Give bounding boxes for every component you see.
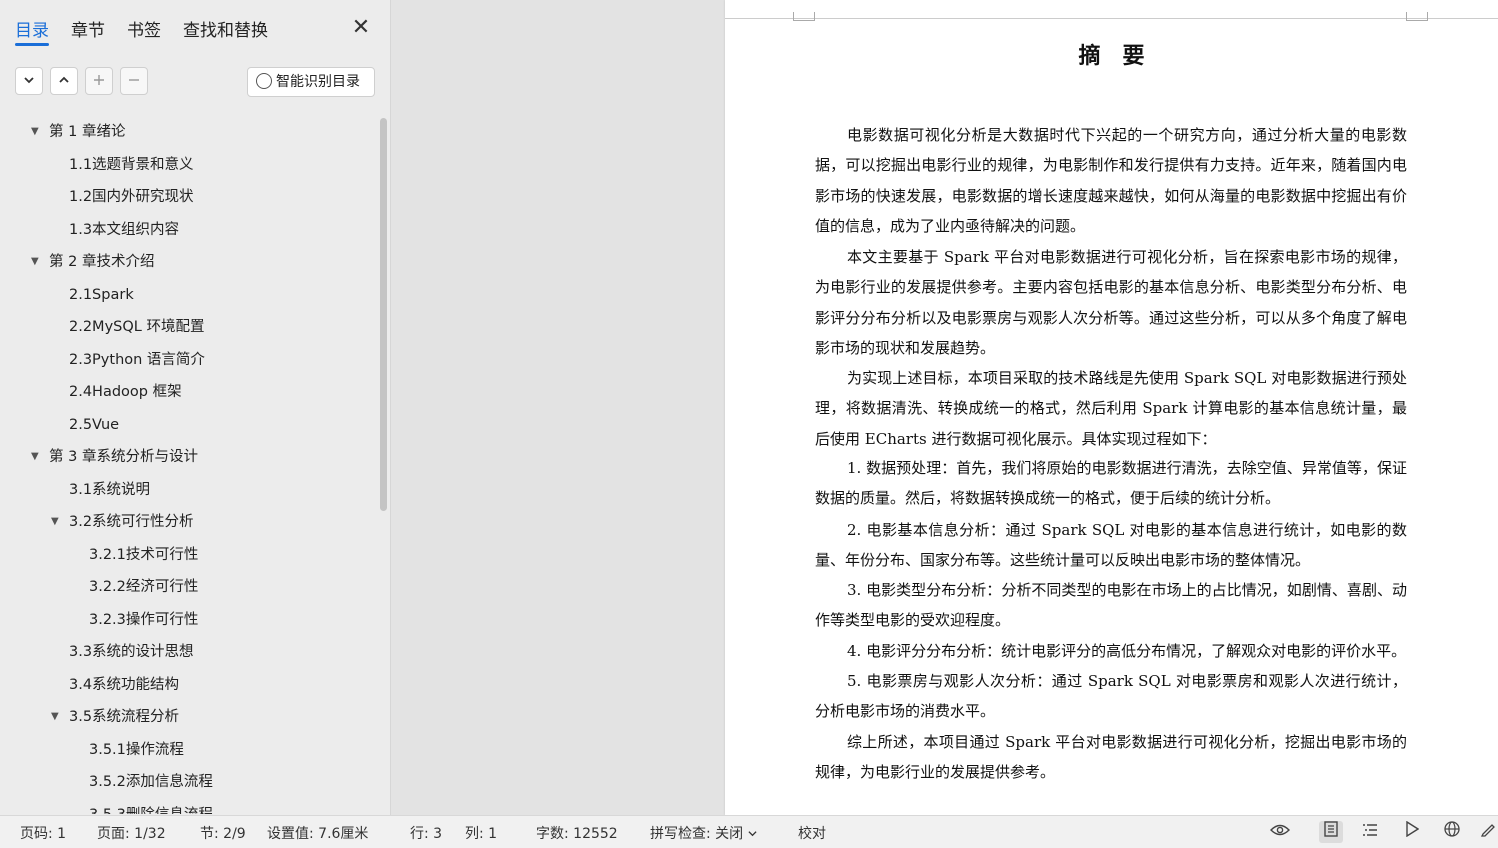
chevron-down-icon bbox=[748, 831, 757, 837]
crop-mark-right bbox=[1406, 12, 1428, 21]
status-col[interactable]: 列: 1 bbox=[465, 823, 497, 843]
toc-item[interactable]: 第 3 章系统分析与设计 bbox=[49, 445, 198, 469]
toc-item[interactable]: 3.2.1技术可行性 bbox=[89, 543, 198, 567]
expand-all-button[interactable] bbox=[15, 67, 43, 95]
toc-item[interactable]: 1.1选题背景和意义 bbox=[69, 153, 194, 177]
web-view-icon[interactable] bbox=[1440, 821, 1464, 843]
toc-item[interactable]: 3.4系统功能结构 bbox=[69, 673, 179, 697]
pen-icon[interactable] bbox=[1476, 821, 1498, 843]
smart-recognize-icon bbox=[256, 73, 272, 89]
tab-chapters[interactable]: 章节 bbox=[71, 16, 105, 41]
tab-toc[interactable]: 目录 bbox=[15, 16, 49, 41]
add-heading-button[interactable] bbox=[85, 67, 113, 95]
expand-toggle-icon[interactable]: ▼ bbox=[51, 705, 63, 729]
navigation-pane: 目录 章节 书签 查找和替换 ✕ 智能识别目录 ▼ 第 1 章绪论 1.1选题背景和… bbox=[0, 0, 391, 815]
status-bar: 页码: 1 页面: 1/32 节: 2/9 设置值: 7.6厘米 行: 3 列:… bbox=[0, 815, 1498, 848]
status-page[interactable]: 页面: 1/32 bbox=[97, 823, 166, 843]
doc-paragraph: 4. 电影评分分布分析：统计电影评分的高低分布情况，了解观众对电影的评价水平。 bbox=[847, 642, 1407, 660]
active-tab-indicator bbox=[15, 43, 49, 46]
toc-item[interactable]: 2.1Spark bbox=[69, 283, 134, 307]
document-page[interactable]: 摘要 电影数据可视化分析是大数据时代下兴起的一个研究方向，通过分析大量的电影数据… bbox=[725, 0, 1498, 815]
smart-toc-button[interactable]: 智能识别目录 bbox=[247, 67, 375, 97]
toc-item[interactable]: 1.2国内外研究现状 bbox=[69, 185, 194, 209]
close-pane-button[interactable]: ✕ bbox=[350, 15, 372, 41]
smart-toc-label: 智能识别目录 bbox=[276, 74, 360, 90]
nav-tabs: 目录 章节 书签 查找和替换 ✕ bbox=[0, 0, 390, 56]
spell-check-label: 拼写检查: 关闭 bbox=[650, 826, 744, 842]
expand-toggle-icon[interactable]: ▼ bbox=[31, 250, 43, 274]
toc-item[interactable]: 3.5系统流程分析 bbox=[69, 705, 179, 729]
plus-icon bbox=[94, 75, 104, 85]
toc-item[interactable]: 2.3Python 语言简介 bbox=[69, 348, 205, 372]
status-setting[interactable]: 设置值: 7.6厘米 bbox=[267, 823, 368, 843]
crop-mark-left bbox=[793, 12, 815, 21]
toc-item[interactable]: 1.3本文组织内容 bbox=[69, 218, 179, 242]
eye-icon[interactable] bbox=[1268, 821, 1292, 843]
doc-paragraph: 1. 数据预处理：首先，我们将原始的电影数据进行清洗，去除空值、异常值等，保证数… bbox=[815, 459, 1407, 508]
toc-item[interactable]: 第 2 章技术介绍 bbox=[49, 250, 154, 274]
minus-icon bbox=[129, 79, 139, 81]
page-view-icon[interactable] bbox=[1319, 821, 1343, 843]
remove-heading-button[interactable] bbox=[120, 67, 148, 95]
doc-paragraph: 综上所述，本项目通过 Spark 平台对电影数据进行可视化分析，挖掘出电影市场的… bbox=[815, 733, 1407, 782]
toc-tree: ▼ 第 1 章绪论 1.1选题背景和意义 1.2国内外研究现状 1.3本文组织内容 ▼ 第 … bbox=[0, 116, 378, 814]
doc-paragraph: 3. 电影类型分布分析：分析不同类型的电影在市场上的占比情况，如剧情、喜剧、动作… bbox=[815, 581, 1407, 630]
toc-item[interactable]: 3.3系统的设计思想 bbox=[69, 640, 194, 664]
toc-scrollbar-thumb[interactable] bbox=[380, 118, 387, 511]
toc-item[interactable]: 3.5.2添加信息流程 bbox=[89, 770, 213, 794]
toc-item[interactable]: 3.5.3删除信息流程 bbox=[89, 803, 213, 815]
chevron-down-icon bbox=[24, 77, 34, 84]
status-proofread[interactable]: 校对 bbox=[798, 823, 826, 843]
doc-paragraph: 为实现上述目标，本项目采取的技术路线是先使用 Spark SQL 对电影数据进行… bbox=[815, 369, 1407, 448]
toc-item[interactable]: 3.5.1操作流程 bbox=[89, 738, 184, 762]
tab-find-replace[interactable]: 查找和替换 bbox=[183, 16, 268, 41]
doc-paragraph: 2. 电影基本信息分析：通过 Spark SQL 对电影的基本信息进行统计，如电… bbox=[815, 521, 1407, 570]
play-icon[interactable] bbox=[1400, 820, 1424, 843]
page-top-margin-line bbox=[725, 18, 1498, 19]
expand-toggle-icon[interactable]: ▼ bbox=[31, 445, 43, 469]
status-word-count[interactable]: 字数: 12552 bbox=[536, 823, 618, 843]
status-spell-check[interactable]: 拼写检查: 关闭 bbox=[650, 823, 757, 843]
toc-item[interactable]: 3.2系统可行性分析 bbox=[69, 510, 194, 534]
toc-item[interactable]: 3.2.3操作可行性 bbox=[89, 608, 198, 632]
expand-toggle-icon[interactable]: ▼ bbox=[51, 510, 63, 534]
doc-title: 摘要 bbox=[1078, 43, 1167, 69]
doc-paragraph: 5. 电影票房与观影人次分析：通过 Spark SQL 对电影票房和观影人次进行… bbox=[815, 672, 1407, 721]
outline-view-icon[interactable] bbox=[1358, 821, 1382, 843]
doc-paragraph: 电影数据可视化分析是大数据时代下兴起的一个研究方向，通过分析大量的电影数据，可以… bbox=[815, 126, 1407, 235]
doc-paragraph: 本文主要基于 Spark 平台对电影数据进行可视化分析，旨在探索电影市场的规律，… bbox=[815, 248, 1407, 357]
collapse-all-button[interactable] bbox=[50, 67, 78, 95]
status-page-code[interactable]: 页码: 1 bbox=[20, 823, 66, 843]
toc-item[interactable]: 2.5Vue bbox=[69, 413, 119, 437]
toc-item[interactable]: 3.2.2经济可行性 bbox=[89, 575, 198, 599]
status-section[interactable]: 节: 2/9 bbox=[200, 823, 246, 843]
toc-item[interactable]: 2.4Hadoop 框架 bbox=[69, 380, 182, 404]
expand-toggle-icon[interactable]: ▼ bbox=[31, 120, 43, 144]
chevron-up-icon bbox=[59, 76, 69, 83]
status-row[interactable]: 行: 3 bbox=[410, 823, 442, 843]
toc-item[interactable]: 2.2MySQL 环境配置 bbox=[69, 315, 204, 339]
tab-bookmarks[interactable]: 书签 bbox=[127, 16, 161, 41]
toc-item[interactable]: 第 1 章绪论 bbox=[49, 120, 125, 144]
toc-item[interactable]: 3.1系统说明 bbox=[69, 478, 150, 502]
